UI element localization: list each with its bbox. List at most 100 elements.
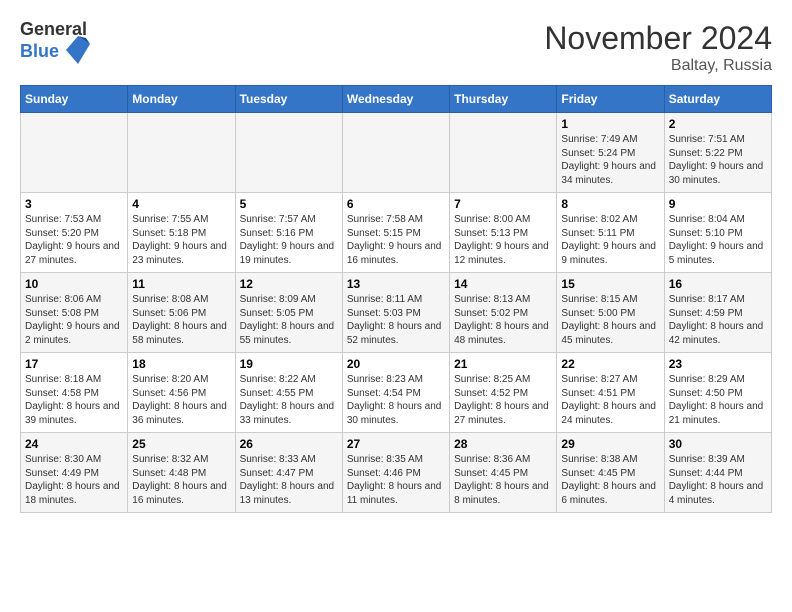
day-number: 22: [561, 357, 659, 371]
day-number: 7: [454, 197, 552, 211]
weekday-header-monday: Monday: [128, 86, 235, 113]
day-number: 29: [561, 437, 659, 451]
calendar-cell: 7Sunrise: 8:00 AM Sunset: 5:13 PM Daylig…: [450, 193, 557, 273]
calendar-cell: 26 Sunrise: 8:33 AM Sunset: 4:47 PM Dayli…: [235, 433, 342, 513]
day-number: 6: [347, 197, 445, 211]
calendar-cell: [235, 113, 342, 193]
day-info: Sunrise: 8:06 AM Sunset: 5:08 PM Dayligh…: [25, 293, 123, 347]
day-number: 21: [454, 357, 552, 371]
day-info: Sunrise: 8:30 AM Sunset: 4:49 PM Dayligh…: [25, 453, 123, 507]
day-number: 10: [25, 277, 123, 291]
day-number: 1: [561, 117, 659, 131]
day-number: 18: [132, 357, 230, 371]
calendar-cell: 6 Sunrise: 7:58 AM Sunset: 5:15 PM Daylig…: [342, 193, 449, 273]
day-number: 2: [669, 117, 767, 131]
title-block: November 2024 Baltay, Russia: [544, 20, 772, 75]
day-info: Sunrise: 8:32 AM Sunset: 4:48 PM Dayligh…: [132, 453, 230, 507]
page-header: General Blue November 2024 Baltay, Russi…: [20, 20, 772, 75]
day-info: Sunrise: 8:29 AM Sunset: 4:50 PM Dayligh…: [669, 373, 767, 427]
weekday-header-wednesday: Wednesday: [342, 86, 449, 113]
day-info: Sunrise: 8:08 AM Sunset: 5:06 PM Dayligh…: [132, 293, 230, 347]
weekday-header-tuesday: Tuesday: [235, 86, 342, 113]
calendar-cell: 30 Sunrise: 8:39 AM Sunset: 4:44 PM Dayli…: [664, 433, 771, 513]
calendar-cell: 17 Sunrise: 8:18 AM Sunset: 4:58 PM Dayli…: [21, 353, 128, 433]
calendar-cell: 25 Sunrise: 8:32 AM Sunset: 4:48 PM Dayli…: [128, 433, 235, 513]
day-number: 12: [240, 277, 338, 291]
day-info: Sunrise: 7:53 AM Sunset: 5:20 PM Dayligh…: [25, 213, 123, 267]
day-number: 3: [25, 197, 123, 211]
day-number: 20: [347, 357, 445, 371]
calendar-week-2: 3 Sunrise: 7:53 AM Sunset: 5:20 PM Daylig…: [21, 193, 772, 273]
day-info: Sunrise: 8:39 AM Sunset: 4:44 PM Dayligh…: [669, 453, 767, 507]
calendar-cell: 8Sunrise: 8:02 AM Sunset: 5:11 PM Daylig…: [557, 193, 664, 273]
location: Baltay, Russia: [544, 57, 772, 75]
day-info: Sunrise: 7:55 AM Sunset: 5:18 PM Dayligh…: [132, 213, 230, 267]
day-info: Sunrise: 8:35 AM Sunset: 4:46 PM Dayligh…: [347, 453, 445, 507]
day-number: 5: [240, 197, 338, 211]
weekday-header-row: SundayMondayTuesdayWednesdayThursdayFrid…: [21, 86, 772, 113]
day-info: Sunrise: 8:33 AM Sunset: 4:47 PM Dayligh…: [240, 453, 338, 507]
day-number: 13: [347, 277, 445, 291]
day-number: 23: [669, 357, 767, 371]
calendar-cell: 23 Sunrise: 8:29 AM Sunset: 4:50 PM Dayli…: [664, 353, 771, 433]
calendar-cell: 3 Sunrise: 7:53 AM Sunset: 5:20 PM Daylig…: [21, 193, 128, 273]
day-info: Sunrise: 8:20 AM Sunset: 4:56 PM Dayligh…: [132, 373, 230, 427]
calendar-cell: 20 Sunrise: 8:23 AM Sunset: 4:54 PM Dayli…: [342, 353, 449, 433]
weekday-header-sunday: Sunday: [21, 86, 128, 113]
calendar-week-5: 24Sunrise: 8:30 AM Sunset: 4:49 PM Dayli…: [21, 433, 772, 513]
day-number: 25: [132, 437, 230, 451]
calendar-cell: 11 Sunrise: 8:08 AM Sunset: 5:06 PM Dayli…: [128, 273, 235, 353]
calendar-cell: 5Sunrise: 7:57 AM Sunset: 5:16 PM Daylig…: [235, 193, 342, 273]
calendar-cell: [342, 113, 449, 193]
day-info: Sunrise: 8:11 AM Sunset: 5:03 PM Dayligh…: [347, 293, 445, 347]
day-info: Sunrise: 8:18 AM Sunset: 4:58 PM Dayligh…: [25, 373, 123, 427]
day-info: Sunrise: 8:38 AM Sunset: 4:45 PM Dayligh…: [561, 453, 659, 507]
calendar-cell: 27 Sunrise: 8:35 AM Sunset: 4:46 PM Dayli…: [342, 433, 449, 513]
calendar-cell: [450, 113, 557, 193]
calendar-cell: 14 Sunrise: 8:13 AM Sunset: 5:02 PM Dayli…: [450, 273, 557, 353]
calendar-cell: 2 Sunrise: 7:51 AM Sunset: 5:22 PM Daylig…: [664, 113, 771, 193]
day-info: Sunrise: 8:27 AM Sunset: 4:51 PM Dayligh…: [561, 373, 659, 427]
calendar-table: SundayMondayTuesdayWednesdayThursdayFrid…: [20, 85, 772, 513]
calendar-cell: 13 Sunrise: 8:11 AM Sunset: 5:03 PM Dayli…: [342, 273, 449, 353]
calendar-cell: 22 Sunrise: 8:27 AM Sunset: 4:51 PM Dayli…: [557, 353, 664, 433]
calendar-cell: 15 Sunrise: 8:15 AM Sunset: 5:00 PM Dayli…: [557, 273, 664, 353]
day-number: 17: [25, 357, 123, 371]
day-info: Sunrise: 8:04 AM Sunset: 5:10 PM Dayligh…: [669, 213, 767, 267]
calendar-cell: 28 Sunrise: 8:36 AM Sunset: 4:45 PM Dayli…: [450, 433, 557, 513]
logo-bird-icon: [66, 36, 90, 64]
calendar-cell: [128, 113, 235, 193]
month-title: November 2024: [544, 20, 772, 57]
weekday-header-saturday: Saturday: [664, 86, 771, 113]
day-info: Sunrise: 8:23 AM Sunset: 4:54 PM Dayligh…: [347, 373, 445, 427]
calendar-week-1: 1 Sunrise: 7:49 AM Sunset: 5:24 PM Daylig…: [21, 113, 772, 193]
day-number: 14: [454, 277, 552, 291]
day-info: Sunrise: 8:22 AM Sunset: 4:55 PM Dayligh…: [240, 373, 338, 427]
day-number: 27: [347, 437, 445, 451]
logo: General Blue: [20, 20, 90, 64]
day-info: Sunrise: 7:58 AM Sunset: 5:15 PM Dayligh…: [347, 213, 445, 267]
day-number: 26: [240, 437, 338, 451]
day-number: 28: [454, 437, 552, 451]
day-number: 4: [132, 197, 230, 211]
day-info: Sunrise: 7:51 AM Sunset: 5:22 PM Dayligh…: [669, 133, 767, 187]
day-info: Sunrise: 8:36 AM Sunset: 4:45 PM Dayligh…: [454, 453, 552, 507]
calendar-cell: 29 Sunrise: 8:38 AM Sunset: 4:45 PM Dayli…: [557, 433, 664, 513]
day-info: Sunrise: 8:13 AM Sunset: 5:02 PM Dayligh…: [454, 293, 552, 347]
calendar-cell: 16Sunrise: 8:17 AM Sunset: 4:59 PM Dayli…: [664, 273, 771, 353]
day-number: 19: [240, 357, 338, 371]
calendar-cell: 12Sunrise: 8:09 AM Sunset: 5:05 PM Dayli…: [235, 273, 342, 353]
day-info: Sunrise: 8:17 AM Sunset: 4:59 PM Dayligh…: [669, 293, 767, 347]
calendar-body: 1 Sunrise: 7:49 AM Sunset: 5:24 PM Daylig…: [21, 113, 772, 513]
day-number: 11: [132, 277, 230, 291]
logo-text: General Blue: [20, 20, 90, 64]
day-number: 15: [561, 277, 659, 291]
day-info: Sunrise: 7:49 AM Sunset: 5:24 PM Dayligh…: [561, 133, 659, 187]
calendar-week-4: 17 Sunrise: 8:18 AM Sunset: 4:58 PM Dayli…: [21, 353, 772, 433]
day-info: Sunrise: 8:15 AM Sunset: 5:00 PM Dayligh…: [561, 293, 659, 347]
day-number: 30: [669, 437, 767, 451]
day-info: Sunrise: 8:25 AM Sunset: 4:52 PM Dayligh…: [454, 373, 552, 427]
calendar-week-3: 10 Sunrise: 8:06 AM Sunset: 5:08 PM Dayli…: [21, 273, 772, 353]
calendar-cell: 4 Sunrise: 7:55 AM Sunset: 5:18 PM Daylig…: [128, 193, 235, 273]
weekday-header-friday: Friday: [557, 86, 664, 113]
